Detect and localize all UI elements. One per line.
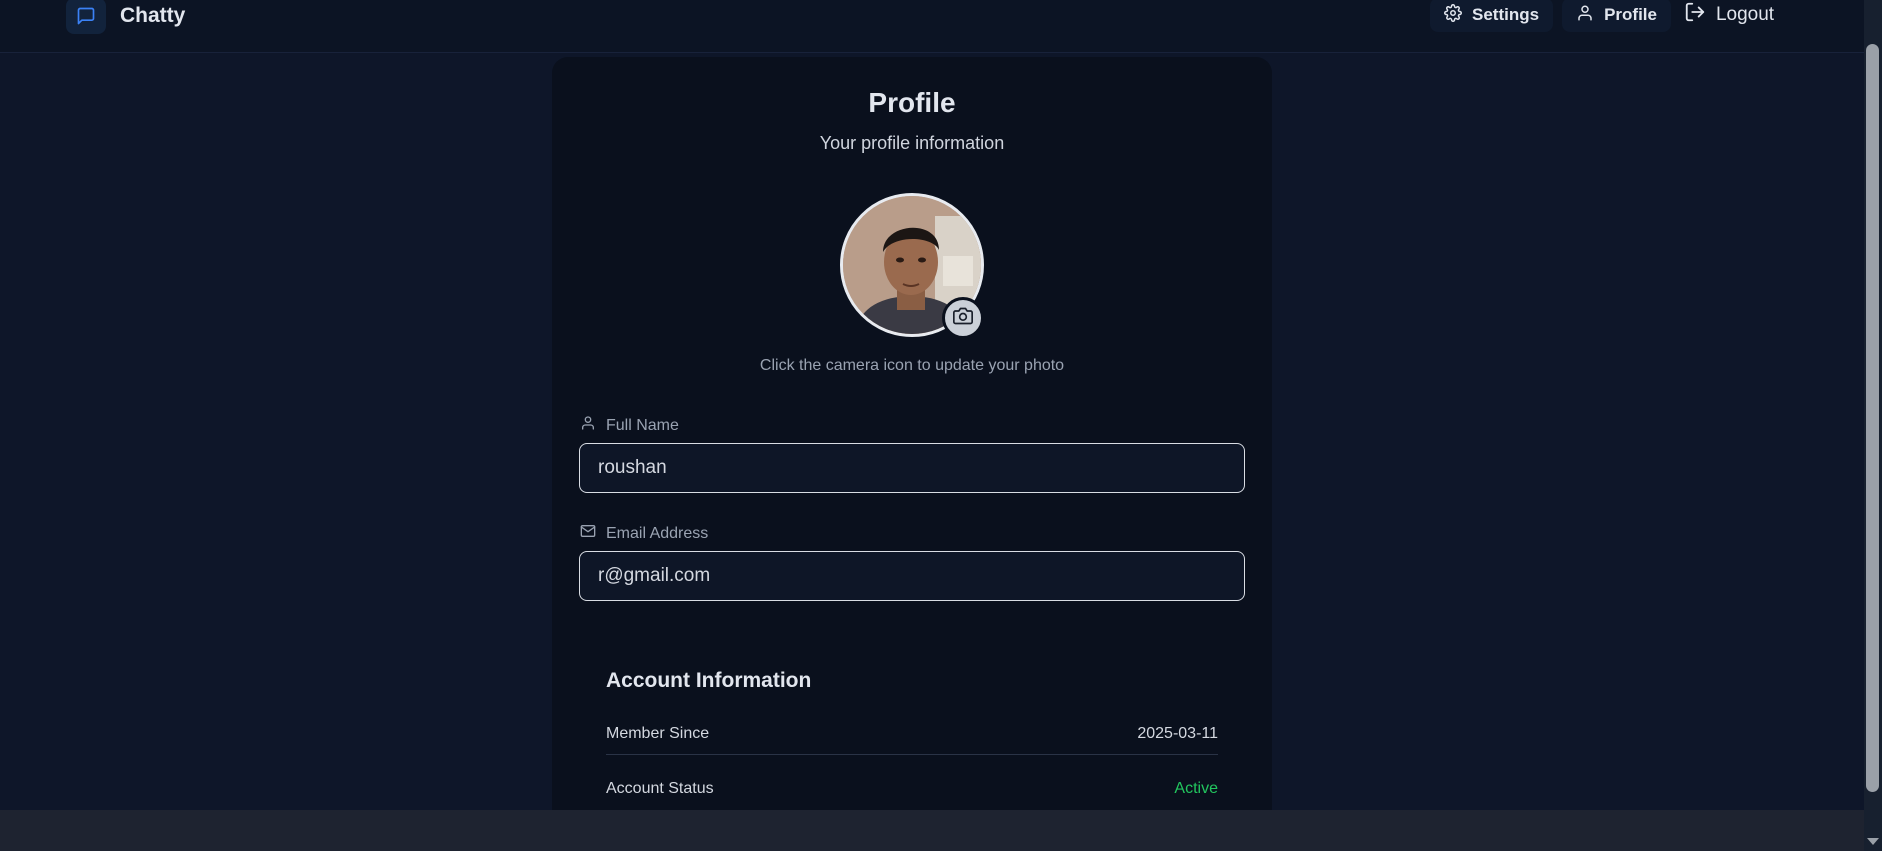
- email-field[interactable]: r@gmail.com: [579, 551, 1245, 601]
- brand-name: Chatty: [120, 4, 186, 27]
- email-label: Email Address: [580, 523, 708, 544]
- email-value: r@gmail.com: [598, 565, 711, 586]
- settings-label: Settings: [1472, 5, 1540, 24]
- user-icon: [1576, 4, 1594, 27]
- full-name-label: Full Name: [580, 415, 679, 436]
- page-title: Profile: [868, 87, 956, 118]
- camera-upload-button[interactable]: [942, 297, 984, 339]
- scroll-down-arrow-icon[interactable]: [1867, 838, 1879, 845]
- member-since-row: Member Since 2025-03-11: [606, 725, 1218, 743]
- member-since-value: 2025-03-11: [1137, 725, 1218, 742]
- logout-label: Logout: [1715, 4, 1775, 25]
- account-status-label: Account Status: [606, 780, 714, 797]
- gear-icon: [1444, 3, 1462, 27]
- bottom-bar: [0, 810, 1864, 851]
- settings-button[interactable]: Settings: [1430, 0, 1554, 32]
- full-name-value: roushan: [598, 457, 667, 478]
- logout-button[interactable]: Logout: [1680, 0, 1778, 32]
- brand-link[interactable]: Chatty: [66, 0, 185, 34]
- top-navbar: Chatty Settings Profile Logout: [0, 0, 1864, 53]
- app-root: Chatty Settings Profile Logout Profile Y…: [0, 0, 1882, 851]
- member-since-label: Member Since: [606, 725, 710, 742]
- account-info-title: Account Information: [606, 669, 812, 692]
- email-label-text: Email Address: [606, 524, 709, 542]
- full-name-field[interactable]: roushan: [579, 443, 1245, 493]
- account-status-row: Account Status Active: [606, 780, 1218, 798]
- account-status-value: Active: [1174, 780, 1218, 797]
- nav-actions: Settings Profile Logout: [1430, 0, 1778, 32]
- camera-icon: [953, 306, 973, 331]
- user-icon: [580, 415, 596, 436]
- profile-label: Profile: [1604, 5, 1657, 24]
- mail-icon: [580, 523, 596, 544]
- row-divider: [606, 754, 1218, 755]
- profile-button[interactable]: Profile: [1562, 0, 1671, 32]
- profile-card: Profile Your profile information Click t…: [552, 57, 1272, 851]
- scrollbar-thumb[interactable]: [1866, 44, 1879, 792]
- logout-icon: [1684, 1, 1706, 29]
- chat-bubble-icon: [66, 0, 106, 34]
- page-subtitle: Your profile information: [819, 133, 1005, 153]
- photo-hint: Click the camera icon to update your pho…: [759, 357, 1065, 374]
- full-name-label-text: Full Name: [606, 416, 679, 434]
